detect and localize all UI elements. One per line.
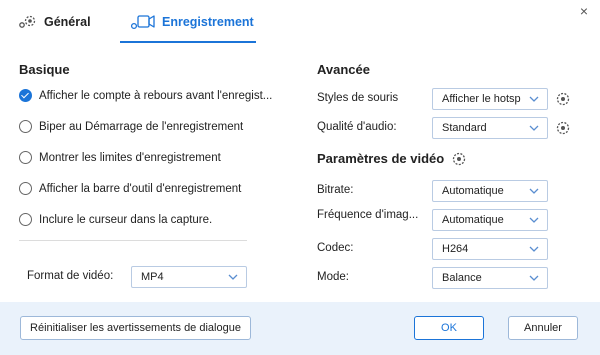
bitrate-label: Bitrate: bbox=[317, 184, 354, 196]
tab-general-label: Général bbox=[44, 15, 91, 29]
radio-icon[interactable] bbox=[19, 213, 32, 226]
mouse-style-select[interactable]: Afficher le hotsp bbox=[432, 88, 548, 110]
chevron-down-icon bbox=[529, 217, 539, 223]
video-format-label: Format de vidéo: bbox=[27, 270, 114, 282]
option-toolbar[interactable]: Afficher la barre d'outil d'enregistreme… bbox=[19, 182, 241, 195]
chevron-down-icon bbox=[529, 125, 539, 131]
audio-quality-value: Standard bbox=[442, 122, 487, 134]
option-countdown[interactable]: Afficher le compte à rebours avant l'enr… bbox=[19, 89, 272, 102]
mode-select[interactable]: Balance bbox=[432, 267, 548, 289]
section-title-video-params: Paramètres de vidéo bbox=[317, 151, 445, 166]
bitrate-select[interactable]: Automatique bbox=[432, 180, 548, 202]
mouse-style-settings-gear-icon[interactable] bbox=[556, 92, 570, 106]
mode-label: Mode: bbox=[317, 271, 349, 283]
reset-warnings-button[interactable]: Réinitialiser les avertissements de dial… bbox=[20, 316, 251, 340]
radio-checked-icon[interactable] bbox=[19, 89, 32, 102]
section-title-basique: Basique bbox=[19, 62, 70, 77]
radio-icon[interactable] bbox=[19, 120, 32, 133]
option-label: Afficher la barre d'outil d'enregistreme… bbox=[39, 182, 242, 195]
audio-quality-settings-gear-icon[interactable] bbox=[556, 121, 570, 135]
chevron-down-icon bbox=[529, 96, 539, 102]
chevron-down-icon bbox=[529, 188, 539, 194]
framerate-select[interactable]: Automatique bbox=[432, 209, 548, 231]
cancel-button[interactable]: Annuler bbox=[508, 316, 578, 340]
option-label: Inclure le curseur dans la capture. bbox=[39, 213, 213, 226]
radio-icon[interactable] bbox=[19, 151, 32, 164]
mouse-style-label: Styles de souris bbox=[317, 92, 399, 104]
option-label: Montrer les limites d'enregistrement bbox=[39, 151, 221, 164]
tab-bar: Général Enregistrement × bbox=[0, 0, 600, 44]
framerate-value: Automatique bbox=[442, 214, 504, 226]
camera-icon bbox=[130, 15, 155, 30]
video-format-select[interactable]: MP4 bbox=[131, 266, 247, 288]
tab-general[interactable]: Général bbox=[18, 0, 91, 44]
option-label: Afficher le compte à rebours avant l'enr… bbox=[39, 89, 273, 102]
option-beep[interactable]: Biper au Démarrage de l'enregistrement bbox=[19, 120, 243, 133]
mode-value: Balance bbox=[442, 272, 482, 284]
close-button[interactable]: × bbox=[580, 4, 588, 18]
tab-recording-label: Enregistrement bbox=[162, 15, 254, 29]
divider bbox=[19, 240, 247, 241]
audio-quality-label: Qualité d'audio: bbox=[317, 121, 397, 133]
chevron-down-icon bbox=[529, 246, 539, 252]
codec-label: Codec: bbox=[317, 242, 354, 254]
audio-quality-select[interactable]: Standard bbox=[432, 117, 548, 139]
chevron-down-icon bbox=[529, 275, 539, 281]
section-title-avancee: Avancée bbox=[317, 62, 370, 77]
gear-icon bbox=[19, 15, 36, 28]
video-params-settings-gear-icon[interactable] bbox=[452, 152, 466, 166]
tab-recording[interactable]: Enregistrement bbox=[130, 0, 254, 44]
mouse-style-value: Afficher le hotsp bbox=[442, 93, 521, 105]
ok-button[interactable]: OK bbox=[414, 316, 484, 340]
footer-bar: Réinitialiser les avertissements de dial… bbox=[0, 302, 600, 355]
codec-value: H264 bbox=[442, 243, 469, 255]
active-tab-indicator bbox=[120, 41, 256, 43]
video-format-value: MP4 bbox=[141, 271, 164, 283]
radio-icon[interactable] bbox=[19, 182, 32, 195]
option-include-cursor[interactable]: Inclure le curseur dans la capture. bbox=[19, 213, 212, 226]
option-show-limits[interactable]: Montrer les limites d'enregistrement bbox=[19, 151, 221, 164]
chevron-down-icon bbox=[228, 274, 238, 280]
framerate-label: Fréquence d'imag... bbox=[317, 209, 419, 221]
bitrate-value: Automatique bbox=[442, 185, 504, 197]
codec-select[interactable]: H264 bbox=[432, 238, 548, 260]
option-label: Biper au Démarrage de l'enregistrement bbox=[39, 120, 244, 133]
